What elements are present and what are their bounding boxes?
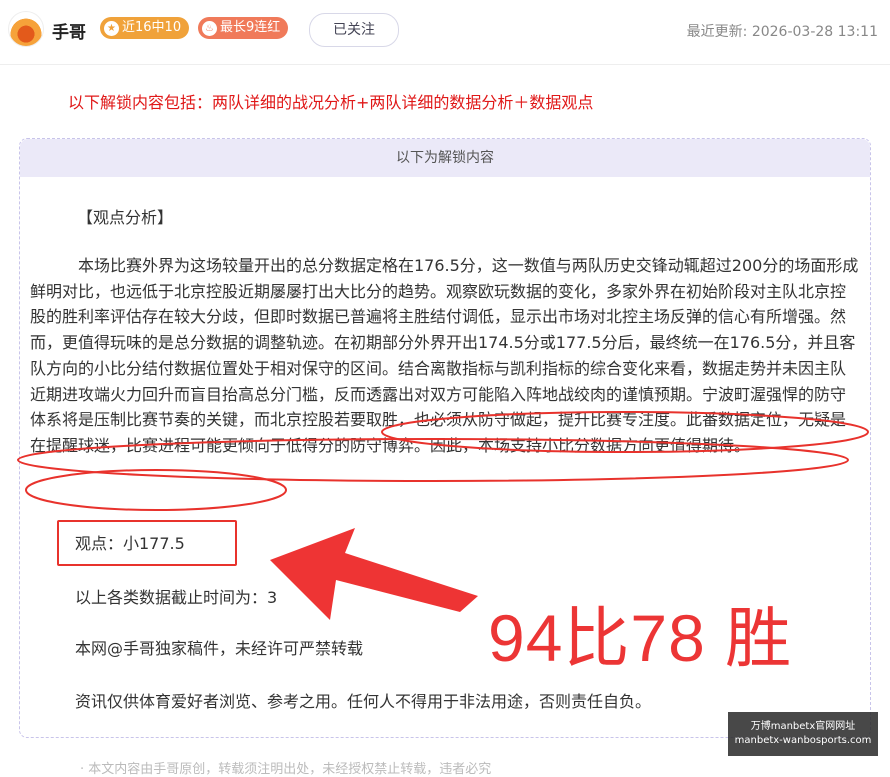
recent-record-badge: ★ 近16中10: [100, 17, 190, 39]
view-line: 观点：小177.5: [75, 534, 185, 553]
analysis-paragraph: 本场比赛外界为这场较量开出的总分数据定格在176.5分，这一数值与两队历史交锋动…: [30, 256, 859, 455]
unlock-intro: 以下解锁内容包括：两队详细的战况分析+两队详细的数据分析＋数据观点: [68, 93, 594, 112]
flame-icon: ♨: [202, 20, 217, 36]
disclaimer-line: 资讯仅供体育爱好者浏览、参考之用。任何人不得用于非法用途，否则责任自负。: [75, 692, 652, 711]
author-header: 手哥 ★ 近16中10 ♨ 最长9连红 已关注 最近更新: 2026-03-28…: [0, 0, 890, 65]
copyright-line: 本网@手哥独家稿件，未经许可严禁转载: [75, 639, 364, 658]
cutoff-line: 以上各类数据截止时间为：3: [75, 588, 278, 607]
follow-button[interactable]: 已关注: [309, 13, 399, 47]
avatar[interactable]: [8, 11, 44, 47]
unlocked-header: 以下为解锁内容: [20, 139, 870, 177]
star-icon: ★: [104, 20, 119, 36]
last-updated: 最近更新: 2026-03-28 13:11: [686, 24, 878, 40]
recent-record-label: 近16中10: [122, 20, 182, 35]
watermark-line-2: manbetx-wanbosports.com: [734, 735, 872, 746]
author-name[interactable]: 手哥: [52, 18, 86, 43]
handwritten-score-text: 94比78 胜: [488, 601, 793, 675]
section-title: 【观点分析】: [77, 208, 174, 227]
streak-label: 最长9连红: [220, 20, 281, 35]
streak-badge: ♨ 最长9连红: [198, 17, 289, 39]
watermark: 万博manbetx官网网址 manbetx-wanbosports.com: [728, 712, 878, 756]
watermark-line-1: 万博manbetx官网网址: [750, 721, 856, 732]
